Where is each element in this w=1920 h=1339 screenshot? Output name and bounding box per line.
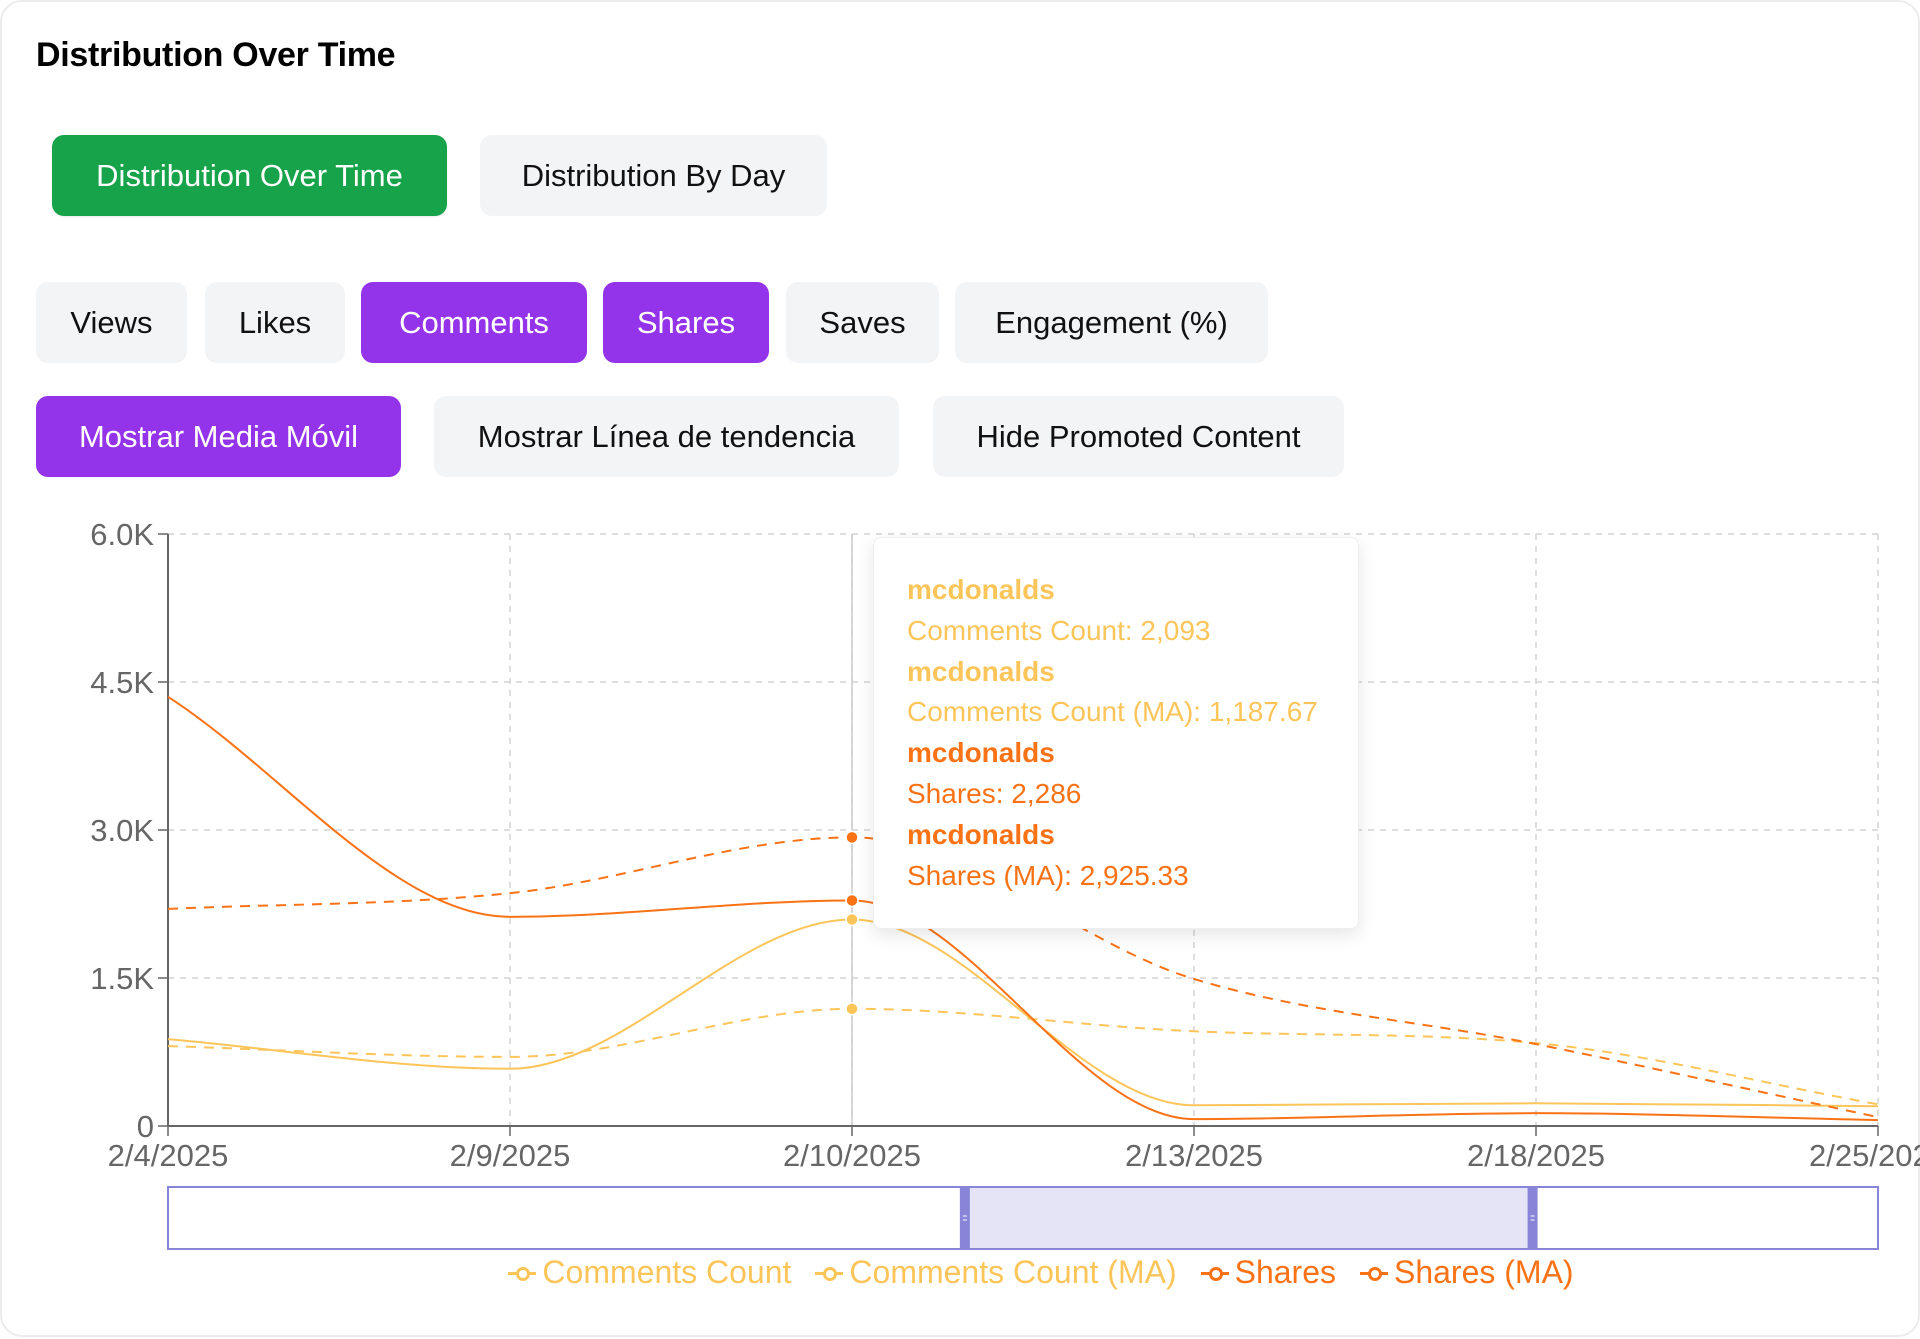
tooltip-series-name: mcdonalds — [907, 655, 1055, 687]
legend-item-shares-ma[interactable]: Shares (MA) — [1359, 1254, 1574, 1291]
tooltip-value: Comments Count: 2,093 — [907, 614, 1211, 646]
tooltip-series-name: mcdonalds — [907, 574, 1055, 605]
legend-item-shares[interactable]: Shares — [1200, 1254, 1336, 1291]
active-dot-shares — [845, 893, 859, 908]
legend-item-comments-count[interactable]: Comments Count — [508, 1254, 791, 1291]
line-marker-icon — [1200, 1263, 1229, 1283]
tooltip-value: Shares (MA): 2,925.33 — [907, 859, 1189, 891]
brush-selection[interactable] — [964, 1188, 1533, 1248]
legend-label: Shares (MA) — [1393, 1254, 1574, 1290]
tooltip-series-name: mcdonalds — [907, 818, 1055, 850]
y-tick-label: 4.5K — [90, 665, 154, 700]
x-tick-label: 2/25/2025 — [1809, 1138, 1920, 1173]
series-line-comments-count-ma — [167, 1007, 1879, 1106]
chart-legend: Comments Count Comments Count (MA) Share… — [2, 1254, 1920, 1291]
line-marker-icon — [815, 1263, 844, 1283]
brush-handle-left[interactable] — [959, 1187, 970, 1249]
legend-label: Comments Count (MA) — [849, 1254, 1177, 1290]
active-dot-shares-ma — [845, 830, 859, 845]
tooltip-series-name: mcdonalds — [907, 737, 1055, 769]
x-tick-label: 2/9/2025 — [450, 1138, 571, 1173]
x-tick-label: 2/10/2025 — [783, 1138, 921, 1173]
active-dot-comments-count — [845, 912, 859, 927]
legend-item-comments-count-ma[interactable]: Comments Count (MA) — [815, 1254, 1177, 1291]
distribution-card: Distribution Over Time Distribution Over… — [0, 0, 1920, 1337]
brush-handle-right[interactable] — [1527, 1187, 1538, 1249]
legend-label: Shares — [1234, 1254, 1336, 1290]
brush[interactable] — [167, 1186, 1879, 1250]
series-line-comments-count — [167, 918, 1879, 1108]
tooltip-value: Shares: 2,286 — [907, 777, 1082, 809]
active-dot-comments-count-ma — [845, 1002, 859, 1016]
y-tick-label: 6.0K — [90, 517, 154, 552]
line-marker-icon — [508, 1263, 537, 1283]
tooltip-value: Comments Count (MA): 1,187.67 — [907, 696, 1318, 728]
legend-label: Comments Count — [542, 1254, 792, 1290]
x-tick-label: 2/4/2025 — [108, 1138, 229, 1173]
line-marker-icon — [1359, 1263, 1388, 1283]
y-tick-label: 1.5K — [90, 961, 154, 996]
chart-tooltip: mcdonalds Comments Count: 2,093 mcdonald… — [873, 537, 1359, 929]
x-tick-label: 2/18/2025 — [1467, 1138, 1605, 1173]
x-tick-label: 2/13/2025 — [1125, 1138, 1263, 1173]
y-tick-label: 3.0K — [90, 813, 154, 848]
